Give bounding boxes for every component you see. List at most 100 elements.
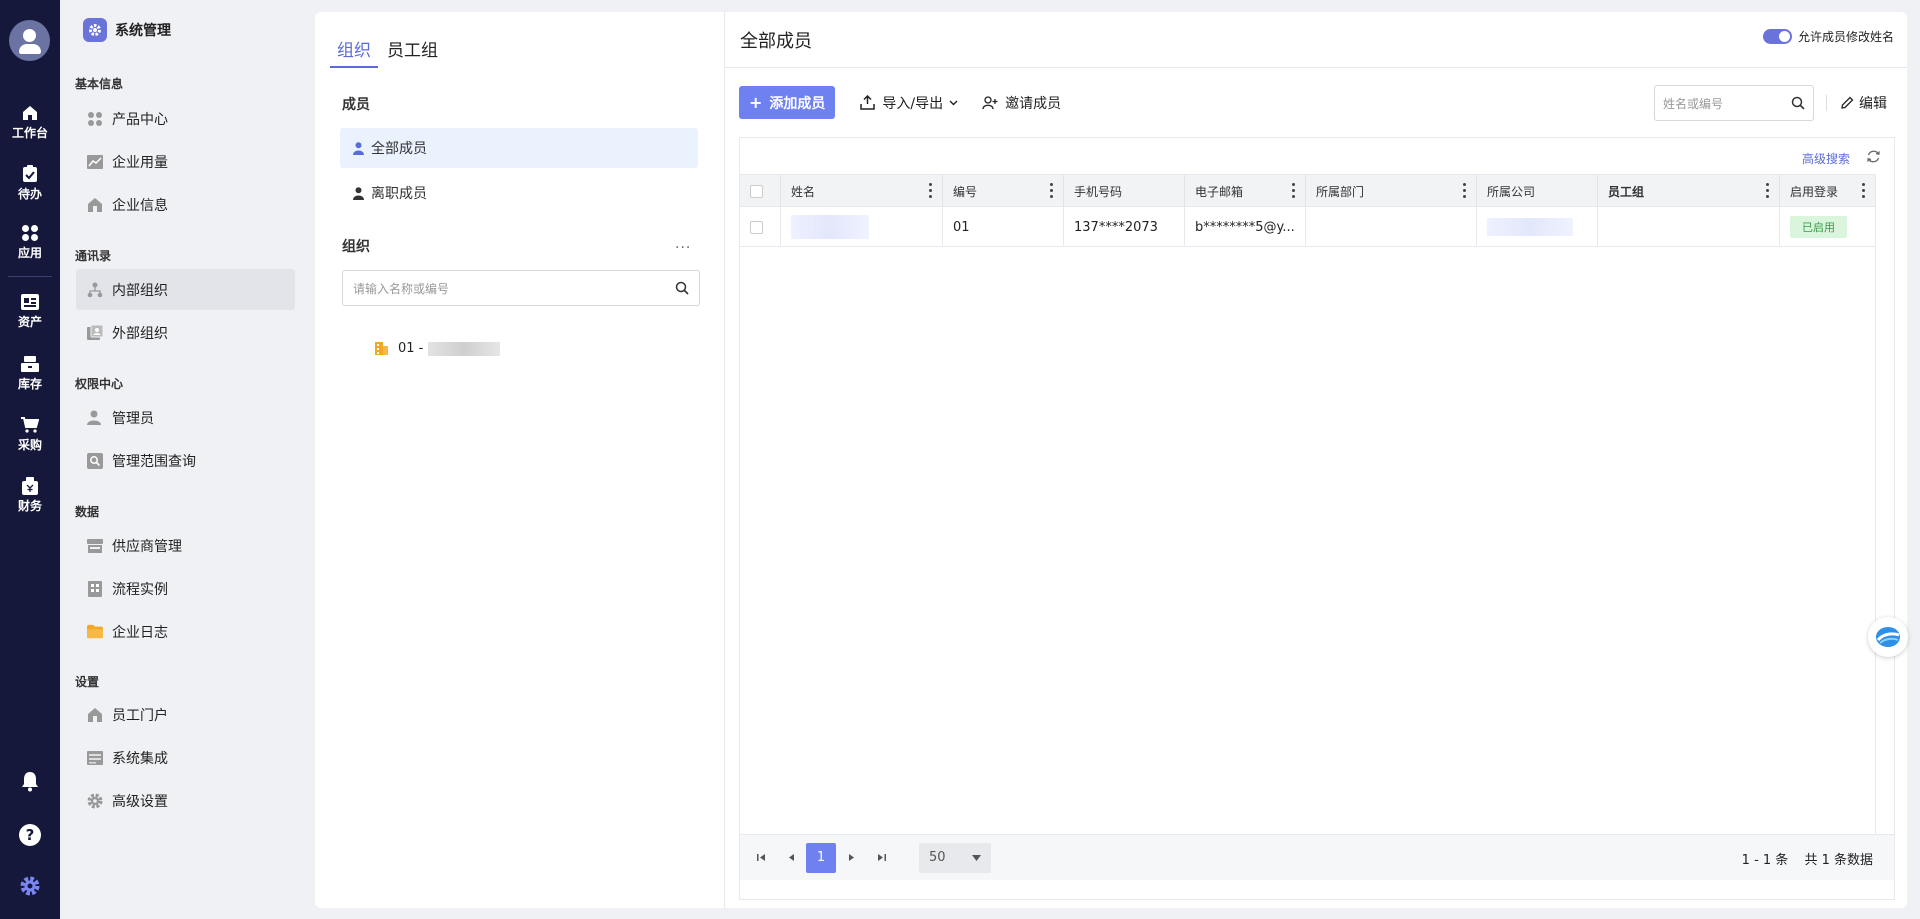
sidebar-item-scope-query[interactable]: 管理范围查询	[76, 440, 295, 481]
prev-page-button[interactable]	[776, 843, 806, 873]
table-row[interactable]: 01 137****2073 b********5@y... 已启用	[740, 207, 1876, 247]
redacted-name	[791, 215, 869, 239]
cell-phone: 137****2073	[1064, 207, 1185, 247]
allow-rename-setting: 允许成员修改姓名	[1762, 28, 1894, 45]
member-search-input[interactable]: 姓名或编号	[1654, 85, 1814, 121]
column-header-department[interactable]: 所属部门	[1306, 175, 1477, 207]
rail-item-inventory[interactable]: 库存	[0, 355, 60, 392]
upload-download-icon	[859, 95, 875, 111]
rail-item-purchase[interactable]: 采购	[0, 416, 60, 453]
org-tree-node[interactable]: 01 -	[375, 341, 501, 356]
rail-item-finance[interactable]: 财务	[0, 477, 60, 514]
column-header-phone[interactable]: 手机号码	[1064, 175, 1185, 207]
select-all-checkbox[interactable]	[750, 184, 763, 198]
vertical-scrollbar[interactable]	[1875, 174, 1894, 834]
pencil-icon	[1840, 96, 1854, 110]
column-header-login-enabled[interactable]: 启用登录	[1780, 175, 1876, 207]
section-data: 数据	[75, 505, 100, 519]
org-section-label: 组织	[342, 239, 370, 255]
user-icon	[352, 186, 364, 200]
tab-organization[interactable]: 组织	[330, 36, 378, 68]
gear-icon	[87, 793, 103, 809]
advanced-search-link[interactable]: 高级搜索	[1802, 150, 1850, 167]
app-rail: 工作台 待办 应用 资产 库存 采购 财务 ?	[0, 0, 60, 919]
column-menu-icon[interactable]	[1766, 183, 1769, 198]
user-add-icon	[982, 95, 998, 111]
help-icon: ?	[19, 824, 41, 846]
toolbar-divider	[1826, 95, 1827, 111]
tab-employee-group[interactable]: 员工组	[380, 36, 445, 68]
members-grid: 高级搜索 姓名 编号 手机号码 电子邮箱 所属部门 所属公司 员工组 启用登录 …	[739, 137, 1895, 900]
row-checkbox[interactable]	[750, 220, 763, 234]
column-header-name[interactable]: 姓名	[781, 175, 943, 207]
external-org-icon	[87, 324, 103, 341]
resigned-members-item[interactable]: 离职成员	[340, 173, 698, 213]
org-search-input[interactable]: 请输入名称或编号	[342, 270, 700, 306]
select-all-cell	[740, 175, 781, 207]
sidebar-item-employee-portal[interactable]: 员工门户	[76, 694, 295, 735]
refresh-icon[interactable]	[1866, 149, 1881, 164]
last-page-button[interactable]	[866, 843, 896, 873]
sidebar-item-supplier-mgmt[interactable]: 供应商管理	[76, 525, 295, 566]
caret-down-icon	[972, 854, 981, 861]
table-header: 姓名 编号 手机号码 电子邮箱 所属部门 所属公司 员工组 启用登录	[740, 174, 1876, 207]
notifications-button[interactable]	[0, 770, 60, 792]
allow-rename-toggle[interactable]	[1762, 29, 1792, 44]
cell-login-enabled: 已启用	[1780, 207, 1876, 247]
import-export-dropdown[interactable]: 导入/导出	[859, 93, 958, 113]
section-permissions: 权限中心	[75, 377, 124, 391]
sidebar-item-admins[interactable]: 管理员	[76, 397, 295, 438]
column-menu-icon[interactable]	[1050, 183, 1053, 198]
page-size-select[interactable]: 50	[919, 842, 991, 873]
first-page-icon	[756, 854, 765, 861]
next-page-button[interactable]	[836, 843, 866, 873]
allow-rename-label: 允许成员修改姓名	[1797, 30, 1894, 44]
sidebar-item-system-integration[interactable]: 系统集成	[76, 737, 295, 778]
status-badge: 已启用	[1790, 216, 1847, 238]
sidebar-item-internal-org[interactable]: 内部组织	[76, 269, 295, 310]
process-building-icon	[87, 580, 103, 597]
sidebar-item-external-org[interactable]: 外部组织	[76, 312, 295, 353]
column-menu-icon[interactable]	[1292, 183, 1295, 198]
svg-text:?: ?	[26, 826, 35, 844]
redacted-company	[1487, 218, 1573, 236]
sidebar-title: 系统管理	[115, 23, 171, 39]
grid-top-bar: 高级搜索	[740, 138, 1894, 174]
edit-button[interactable]: 编辑	[1840, 93, 1887, 113]
column-header-employee-group[interactable]: 员工组	[1598, 175, 1780, 207]
add-member-button[interactable]: + 添加成员	[739, 86, 836, 119]
rail-item-todo[interactable]: 待办	[0, 165, 60, 202]
first-page-button[interactable]	[746, 843, 776, 873]
section-contacts: 通讯录	[75, 249, 112, 263]
sidebar: 系统管理 基本信息 产品中心 企业用量 企业信息 通讯录 内部组织 外部组织 权…	[60, 0, 300, 919]
sidebar-item-enterprise-info[interactable]: 企业信息	[76, 184, 295, 225]
column-header-company[interactable]: 所属公司	[1477, 175, 1598, 207]
org-more-button[interactable]: ···	[675, 240, 691, 256]
sidebar-item-enterprise-usage[interactable]: 企业用量	[76, 141, 295, 182]
rail-item-assets[interactable]: 资产	[0, 293, 60, 330]
grid-dots-icon	[87, 111, 103, 127]
plus-icon: +	[749, 93, 763, 112]
column-menu-icon[interactable]	[1862, 183, 1865, 198]
column-header-code[interactable]: 编号	[943, 175, 1064, 207]
invite-member-button[interactable]: 邀请成员	[982, 93, 1061, 113]
current-page-button[interactable]: 1	[806, 842, 836, 873]
scope-search-icon	[87, 452, 103, 469]
sidebar-item-enterprise-log[interactable]: 企业日志	[76, 611, 295, 652]
user-avatar[interactable]	[9, 20, 50, 61]
column-header-email[interactable]: 电子邮箱	[1185, 175, 1306, 207]
column-menu-icon[interactable]	[1463, 183, 1466, 198]
sidebar-item-process-instances[interactable]: 流程实例	[76, 568, 295, 609]
cell-employee-group	[1598, 207, 1780, 247]
all-members-item[interactable]: 全部成员	[340, 128, 698, 168]
rail-item-workbench[interactable]: 工作台	[0, 104, 60, 141]
sidebar-item-product-center[interactable]: 产品中心	[76, 98, 295, 139]
admin-user-icon	[87, 410, 103, 426]
rail-item-apps[interactable]: 应用	[0, 224, 60, 261]
column-menu-icon[interactable]	[929, 183, 932, 198]
section-basic-info: 基本信息	[75, 77, 124, 91]
help-button[interactable]: ?	[0, 823, 60, 847]
sidebar-item-advanced-settings[interactable]: 高级设置	[76, 780, 295, 821]
settings-button[interactable]	[0, 875, 60, 897]
assistant-bubble-button[interactable]	[1868, 617, 1908, 657]
